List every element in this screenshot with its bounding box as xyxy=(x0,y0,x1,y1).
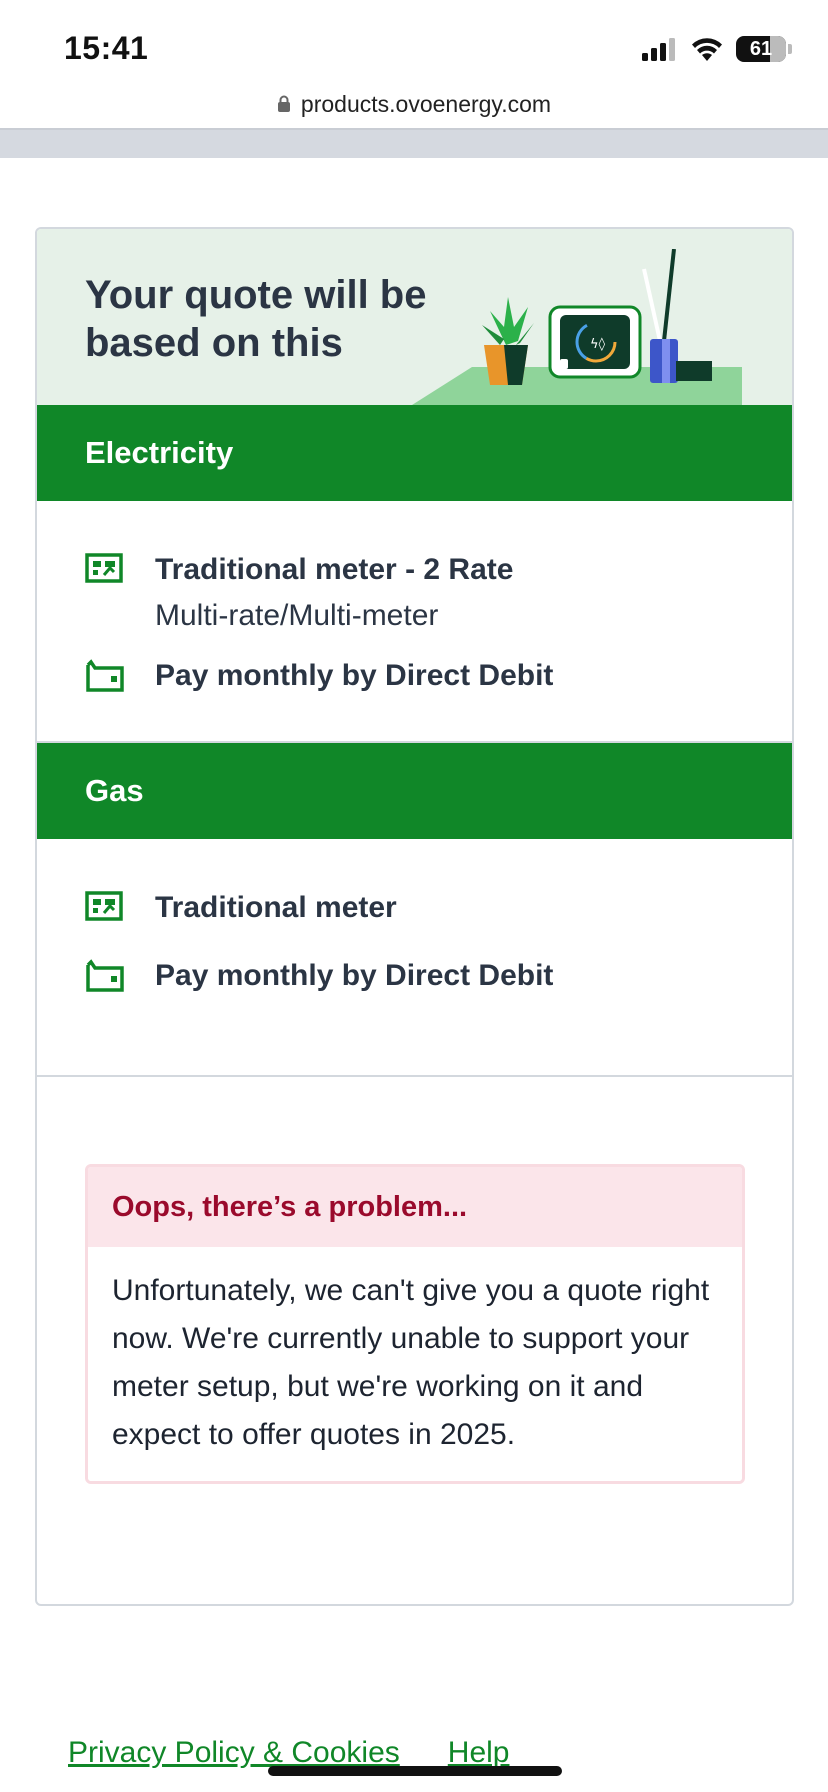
gas-details: Traditional meter Pay monthly by Direct … xyxy=(37,839,792,1075)
quote-title: Your quote will be based on this xyxy=(85,273,427,365)
electricity-meter-type: Traditional meter - 2 Rate xyxy=(155,553,514,586)
wallet-icon xyxy=(86,659,124,692)
wallet-icon xyxy=(86,959,124,992)
electricity-heading: Electricity xyxy=(37,405,792,501)
battery-tip xyxy=(788,44,792,54)
wifi-icon xyxy=(692,38,722,61)
section-divider xyxy=(37,1075,792,1077)
gas-meter-type: Traditional meter xyxy=(155,891,397,924)
gas-heading: Gas xyxy=(37,743,792,839)
electricity-details: Traditional meter - 2 Rate Multi-rate/Mu… xyxy=(37,501,792,741)
battery-indicator: 61 xyxy=(736,36,786,62)
quote-card: Your quote will be based on this ϟ◊ Elec… xyxy=(35,227,794,1606)
error-message: Unfortunately, we can't give you a quote… xyxy=(88,1247,742,1481)
gas-payment: Pay monthly by Direct Debit xyxy=(155,959,554,992)
url-text: products.ovoenergy.com xyxy=(300,90,552,117)
electricity-meter-row: Traditional meter - 2 Rate Multi-rate/Mu… xyxy=(85,551,792,635)
smart-display-illustration: ϟ◊ xyxy=(412,249,742,405)
status-icons: 61 xyxy=(642,34,792,64)
address-bar[interactable]: products.ovoenergy.com xyxy=(0,80,828,128)
electricity-payment-row: Pay monthly by Direct Debit xyxy=(85,657,792,695)
signal-icon xyxy=(642,38,675,61)
error-alert: Oops, there’s a problem... Unfortunately… xyxy=(85,1164,745,1484)
meter-icon xyxy=(85,553,123,583)
privacy-policy-link[interactable]: Privacy Policy & Cookies xyxy=(68,1736,400,1770)
status-time: 15:41 xyxy=(64,30,149,66)
gas-meter-row: Traditional meter xyxy=(85,889,792,927)
svg-text:ϟ◊: ϟ◊ xyxy=(590,337,606,352)
gas-payment-row: Pay monthly by Direct Debit xyxy=(85,957,792,995)
electricity-meter-subtype: Multi-rate/Multi-meter xyxy=(155,599,439,632)
footer-links: Privacy Policy & Cookies Help xyxy=(68,1736,509,1770)
help-link[interactable]: Help xyxy=(448,1736,510,1770)
header-band xyxy=(0,130,828,158)
home-indicator[interactable] xyxy=(268,1766,562,1776)
electricity-payment: Pay monthly by Direct Debit xyxy=(155,659,554,692)
meter-icon xyxy=(85,891,123,921)
error-title: Oops, there’s a problem... xyxy=(88,1167,742,1247)
lock-icon xyxy=(277,95,290,112)
quote-card-header: Your quote will be based on this ϟ◊ xyxy=(37,229,792,405)
